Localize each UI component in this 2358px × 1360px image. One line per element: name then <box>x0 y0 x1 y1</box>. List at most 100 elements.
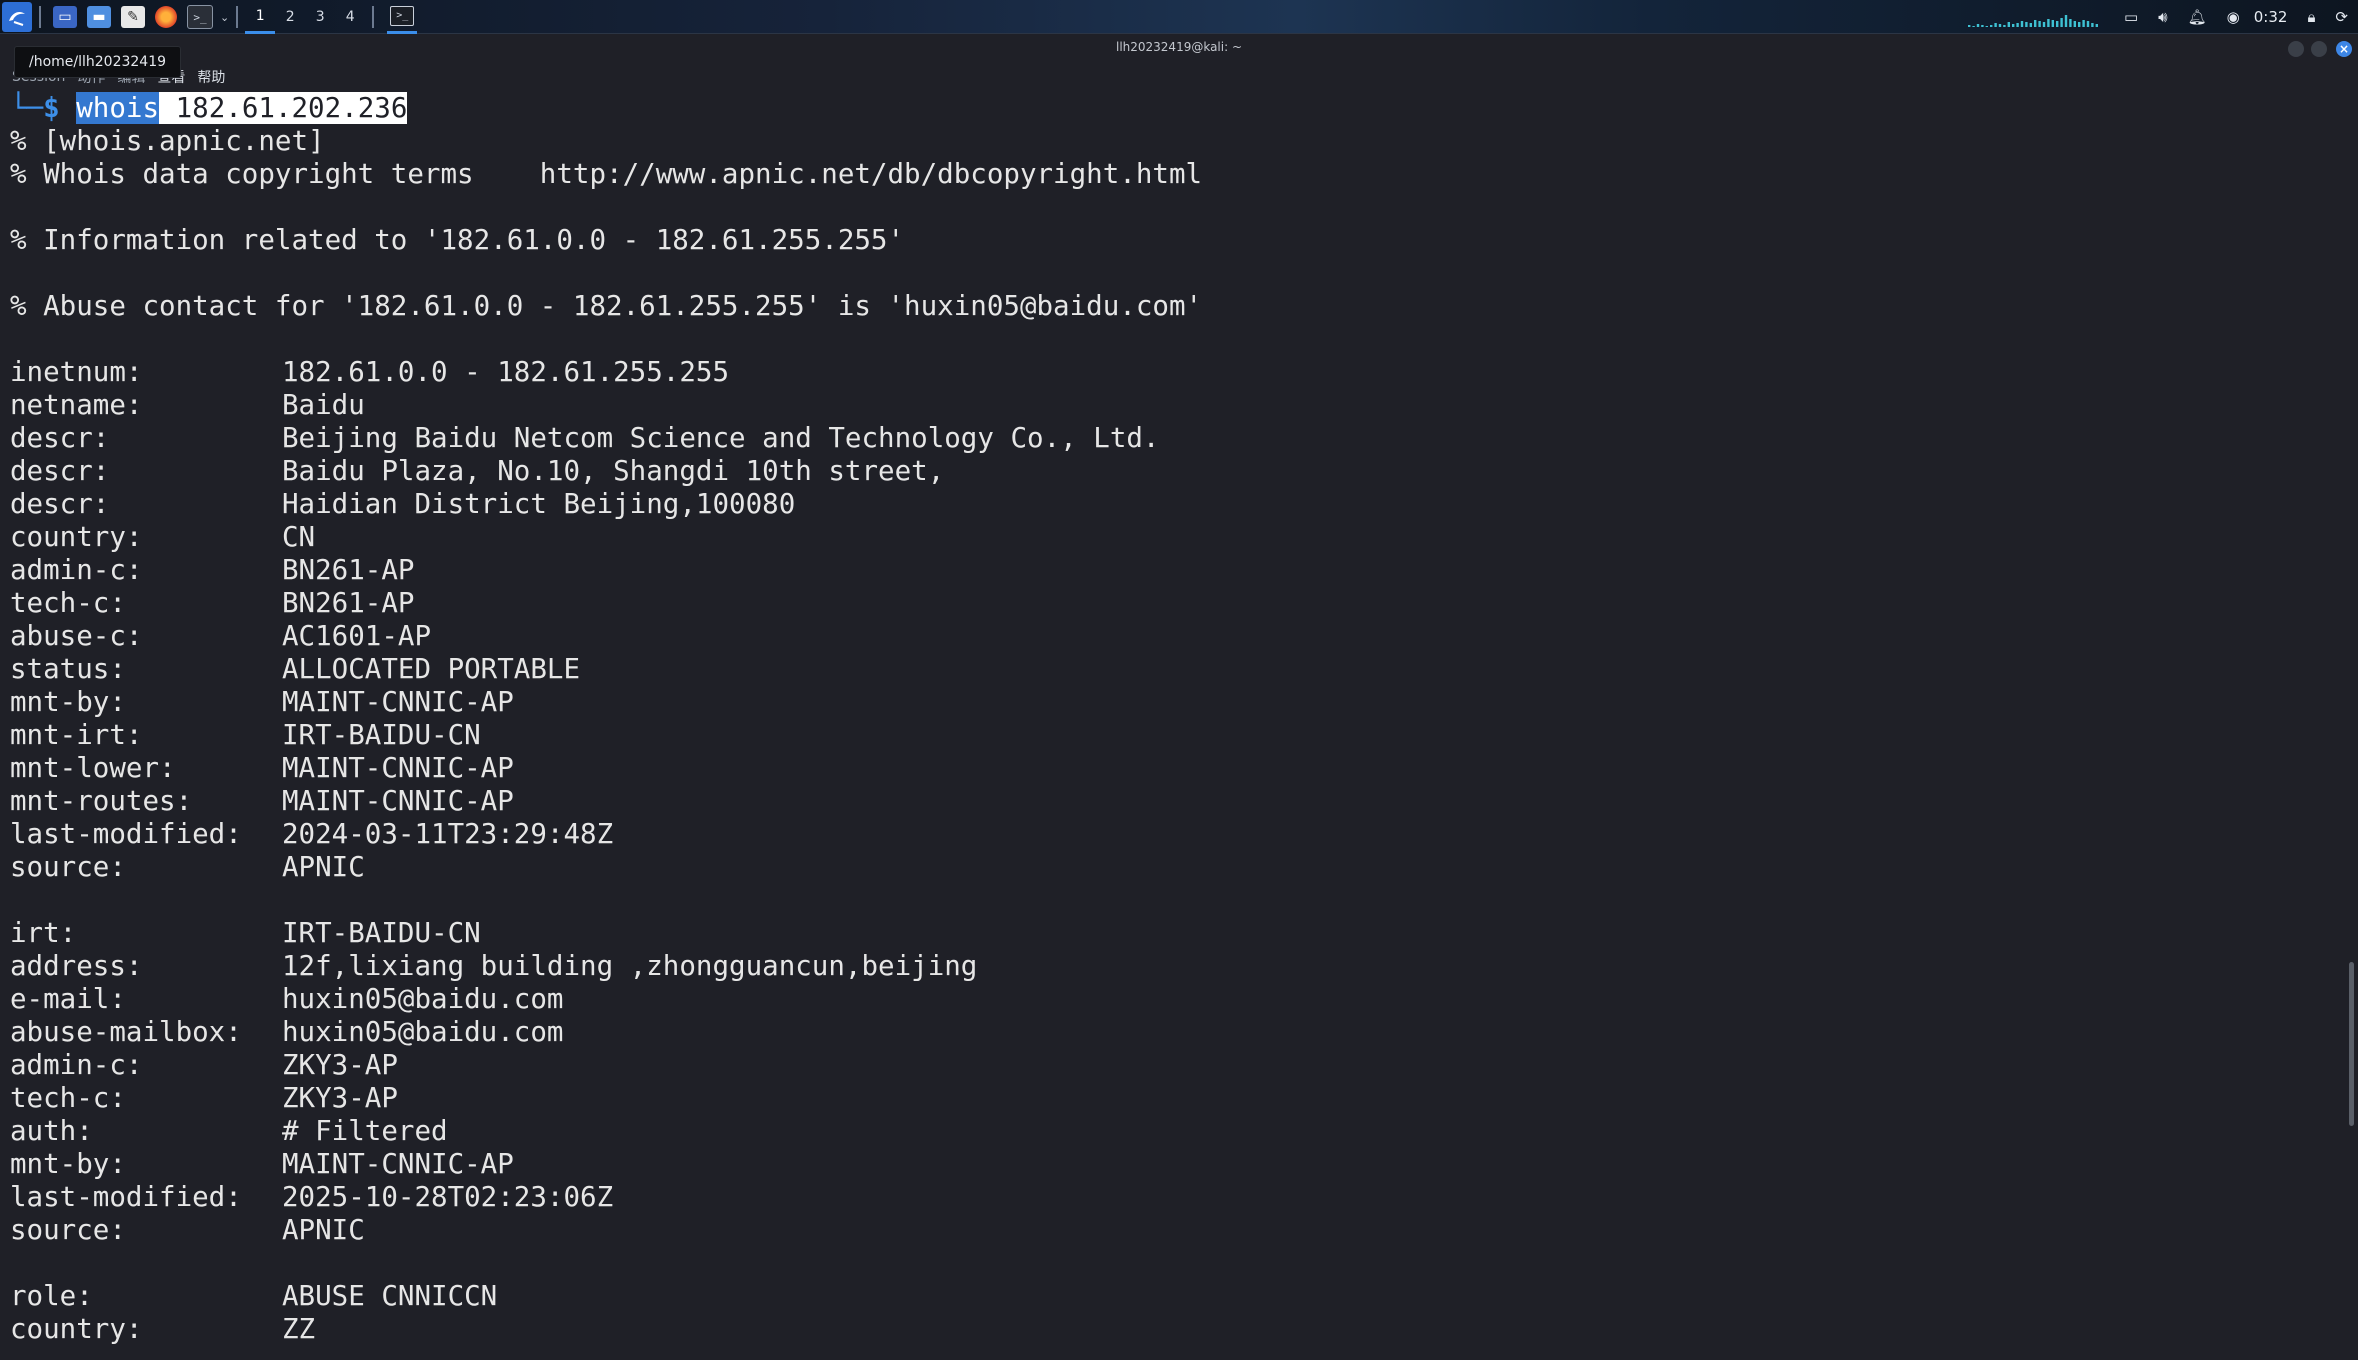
terminal-line: admin-c: BN261-AP <box>10 554 2340 587</box>
field-value: AC1601-AP <box>282 620 432 652</box>
logout-icon[interactable]: ⟳ <box>2335 8 2348 26</box>
top-panel: ▭ ▬ ✎ >_ ⌄ 1234 >_ ▭ 🔊︎ 🔔︎ ◉ 0:32 🔒︎ ⟳ <box>0 0 2358 34</box>
prompt-symbol: $ <box>43 92 60 124</box>
terminal-line: abuse-c: AC1601-AP <box>10 620 2340 653</box>
terminal-line: tech-c: ZKY3-AP <box>10 1082 2340 1115</box>
field-value: ZZ <box>282 1313 316 1345</box>
terminal-line: % Information related to '182.61.0.0 - 1… <box>10 224 2340 257</box>
lock-icon[interactable]: 🔒︎ <box>2307 8 2315 26</box>
field-key: role: <box>10 1280 93 1312</box>
field-value: Beijing Baidu Netcom Science and Technol… <box>282 422 1160 454</box>
terminal-line: e-mail: huxin05@baidu.com <box>10 983 2340 1016</box>
field-key: inetnum: <box>10 356 143 388</box>
volume-icon[interactable]: 🔊︎ <box>2158 8 2167 26</box>
terminal-output[interactable]: └─$ whois 182.61.202.236 % [whois.apnic.… <box>0 92 2340 1360</box>
field-value: # Filtered <box>282 1115 448 1147</box>
minimize-button[interactable] <box>2288 41 2304 57</box>
field-key: admin-c: <box>10 554 143 586</box>
workspace-1[interactable]: 1 <box>245 0 276 34</box>
terminal-line: descr: Baidu Plaza, No.10, Shangdi 10th s… <box>10 455 2340 488</box>
field-value: ZKY3-AP <box>282 1082 398 1114</box>
command-text: whois <box>76 92 160 124</box>
terminal-line: netname: Baidu <box>10 389 2340 422</box>
terminal-line: mnt-irt: IRT-BAIDU-CN <box>10 719 2340 752</box>
terminal-line: % Abuse contact for '182.61.0.0 - 182.61… <box>10 290 2340 323</box>
close-button[interactable]: × <box>2336 41 2352 57</box>
window-titlebar[interactable]: llh20232419@kali: ~ × <box>0 34 2358 64</box>
panel-separator <box>372 6 375 28</box>
command-argument: 182.61.202.236 <box>159 92 408 124</box>
field-value: MAINT-CNNIC-AP <box>282 752 514 784</box>
panel-separator <box>236 6 239 28</box>
terminal-line: last-modified: 2025-10-28T02:23:06Z <box>10 1181 2340 1214</box>
terminal-line: status: ALLOCATED PORTABLE <box>10 653 2340 686</box>
field-value: MAINT-CNNIC-AP <box>282 785 514 817</box>
field-key: source: <box>10 1214 126 1246</box>
field-value: 182.61.0.0 - 182.61.255.255 <box>282 356 730 388</box>
field-key: abuse-c: <box>10 620 143 652</box>
terminal-line: address: 12f,lixiang building ,zhongguanc… <box>10 950 2340 983</box>
terminal-line: tech-c: BN261-AP <box>10 587 2340 620</box>
field-value: ALLOCATED PORTABLE <box>282 653 581 685</box>
field-value: huxin05@baidu.com <box>282 983 564 1015</box>
terminal-line: abuse-mailbox: huxin05@baidu.com <box>10 1016 2340 1049</box>
terminal-dropdown-icon[interactable]: >_ <box>187 5 213 29</box>
terminal-line: role: ABUSE CNNICCN <box>10 1280 2340 1313</box>
terminal-emulator-icon[interactable]: ▭ <box>53 6 77 28</box>
terminal-line: descr: Beijing Baidu Netcom Science and T… <box>10 422 2340 455</box>
maximize-button[interactable] <box>2311 41 2327 57</box>
field-key: descr: <box>10 422 110 454</box>
chevron-down-icon[interactable]: ⌄ <box>220 11 229 24</box>
path-tooltip: /home/llh20232419 <box>14 46 182 78</box>
field-key: abuse-mailbox: <box>10 1016 242 1048</box>
menu-item-4[interactable]: 帮助 <box>197 67 225 87</box>
display-icon[interactable]: ▭ <box>2124 8 2138 26</box>
kali-menu-icon[interactable] <box>2 2 32 32</box>
terminal-line: country: CN <box>10 521 2340 554</box>
field-value: IRT-BAIDU-CN <box>282 719 481 751</box>
field-key: descr: <box>10 488 110 520</box>
field-key: irt: <box>10 917 77 949</box>
field-key: address: <box>10 950 143 982</box>
workspace-3[interactable]: 3 <box>305 0 335 34</box>
field-value: 2025-10-28T02:23:06Z <box>282 1181 614 1213</box>
text-editor-icon[interactable]: ✎ <box>121 6 145 28</box>
terminal-line: mnt-by: MAINT-CNNIC-AP <box>10 1148 2340 1181</box>
prompt-line: └─$ whois 182.61.202.236 <box>10 92 2340 125</box>
window-title: llh20232419@kali: ~ <box>1115 40 1243 54</box>
panel-left-group: ▭ ▬ ✎ >_ ⌄ 1234 >_ <box>0 0 418 34</box>
field-key: mnt-routes: <box>10 785 193 817</box>
terminal-scrollbar[interactable] <box>2349 962 2354 1126</box>
field-value: huxin05@baidu.com <box>282 1016 564 1048</box>
file-manager-icon[interactable]: ▬ <box>87 6 111 28</box>
field-value: BN261-AP <box>282 587 415 619</box>
field-value: MAINT-CNNIC-AP <box>282 1148 514 1180</box>
workspace-2[interactable]: 2 <box>275 0 305 34</box>
field-key: last-modified: <box>10 1181 242 1213</box>
terminal-line: mnt-routes: MAINT-CNNIC-AP <box>10 785 2340 818</box>
field-key: mnt-by: <box>10 686 126 718</box>
field-value: Haidian District Beijing,100080 <box>282 488 796 520</box>
menu-bar: Session动作编辑查看帮助 <box>0 64 2358 90</box>
terminal-line: % Whois data copyright terms http://www.… <box>10 158 2340 191</box>
clock[interactable]: 0:32 <box>2254 8 2288 26</box>
line-text: % Abuse contact for '182.61.0.0 - 182.61… <box>10 290 1203 322</box>
field-key: country: <box>10 1313 143 1345</box>
field-value: MAINT-CNNIC-AP <box>282 686 514 718</box>
terminal-line: country: ZZ <box>10 1313 2340 1346</box>
firefox-icon[interactable] <box>155 6 177 28</box>
field-key: mnt-lower: <box>10 752 176 784</box>
power-status-icon[interactable]: ◉ <box>2227 8 2240 26</box>
workspace-4[interactable]: 4 <box>335 0 365 34</box>
field-key: tech-c: <box>10 1082 126 1114</box>
network-monitor-graph[interactable] <box>1964 5 2104 29</box>
terminal-line: irt: IRT-BAIDU-CN <box>10 917 2340 950</box>
line-text: % Information related to '182.61.0.0 - 1… <box>10 224 905 256</box>
notification-bell-icon[interactable]: 🔔︎ <box>2188 8 2207 26</box>
taskbar-terminal-window[interactable]: >_ <box>387 0 418 34</box>
field-value: APNIC <box>282 1214 365 1246</box>
